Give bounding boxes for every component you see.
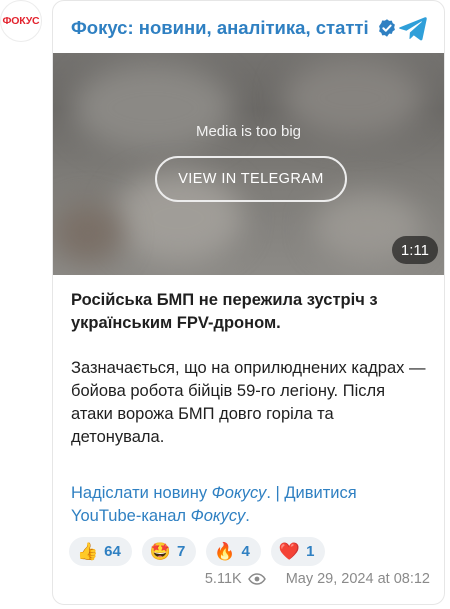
video-media[interactable]: Media is too big VIEW IN TELEGRAM 1:11 bbox=[53, 53, 444, 275]
post-header: Фокус: новини, аналітика, статті bbox=[71, 13, 430, 43]
channel-title[interactable]: Фокус: новини, аналітика, статті bbox=[71, 17, 369, 39]
view-count: 5.11K bbox=[204, 571, 242, 587]
reaction-count: 64 bbox=[104, 543, 121, 560]
star-struck-icon: 🤩 bbox=[149, 542, 172, 561]
reaction-count: 4 bbox=[241, 543, 250, 560]
view-in-telegram-button[interactable]: VIEW IN TELEGRAM bbox=[155, 156, 347, 202]
post-links: Надіслати новину Фокусу. | Дивитися YouT… bbox=[71, 482, 431, 528]
telegram-icon[interactable] bbox=[398, 13, 428, 43]
reaction-star-struck[interactable]: 🤩 7 bbox=[141, 537, 197, 566]
post-text: Російська БМП не пережила зустріч з укра… bbox=[71, 289, 431, 449]
reactions-bar: 👍 64 🤩 7 🔥 4 ❤️ 1 bbox=[69, 537, 326, 566]
post-body: Зазначається, що на оприлюднених кадрах … bbox=[71, 359, 426, 446]
heart-icon: ❤️ bbox=[278, 542, 301, 561]
eye-icon bbox=[247, 573, 266, 585]
fire-icon: 🔥 bbox=[214, 542, 236, 561]
media-too-big-text: Media is too big bbox=[195, 123, 302, 140]
post-card: Фокус: новини, аналітика, статті Media i… bbox=[52, 0, 445, 605]
link-separator: | bbox=[270, 484, 285, 502]
thumbs-up-icon: 👍 bbox=[77, 542, 99, 561]
video-duration-badge: 1:11 bbox=[391, 236, 438, 264]
reaction-count: 1 bbox=[306, 543, 315, 560]
verified-badge-icon bbox=[377, 18, 397, 38]
avatar-logo-text: ФОКУС bbox=[2, 15, 40, 27]
post-headline: Російська БМП не пережила зустріч з укра… bbox=[71, 291, 378, 332]
reaction-fire[interactable]: 🔥 4 bbox=[206, 537, 261, 566]
post-date[interactable]: May 29, 2024 at 08:12 bbox=[286, 571, 430, 587]
channel-avatar[interactable]: ФОКУС bbox=[0, 0, 42, 42]
post-meta: 5.11K May 29, 2024 at 08:12 bbox=[205, 571, 430, 587]
send-news-link[interactable]: Надіслати новину Фокусу. bbox=[71, 484, 271, 502]
reaction-count: 7 bbox=[177, 543, 186, 560]
reaction-heart[interactable]: ❤️ 1 bbox=[270, 537, 326, 566]
reaction-thumbs-up[interactable]: 👍 64 bbox=[69, 537, 132, 566]
